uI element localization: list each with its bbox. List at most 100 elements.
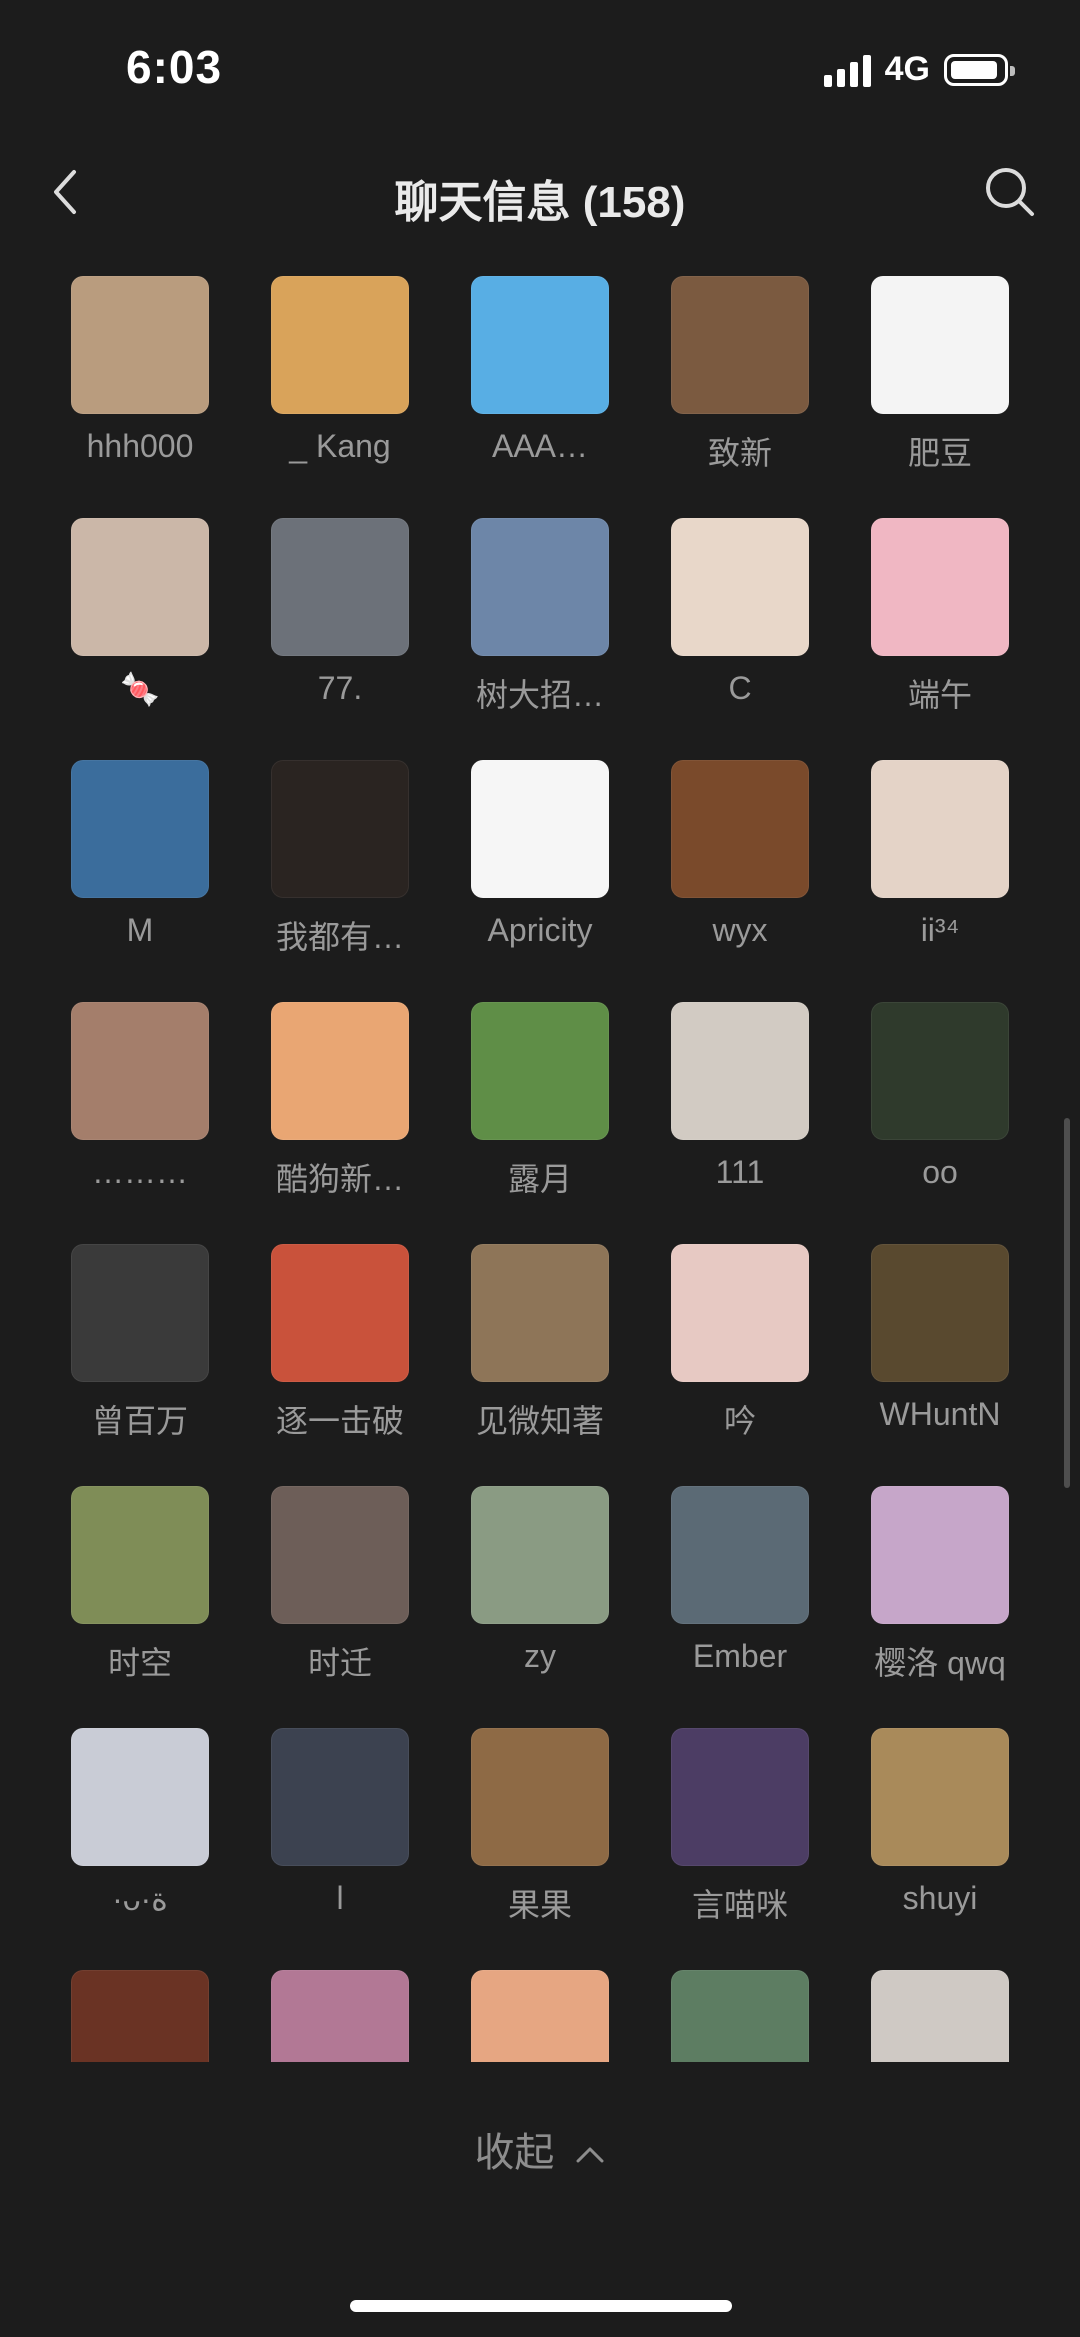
- member-item[interactable]: 曾百万: [40, 1244, 240, 1486]
- avatar: [671, 1970, 809, 2062]
- member-item[interactable]: AAA…: [440, 276, 640, 518]
- member-item[interactable]: [840, 1970, 1040, 2062]
- member-item[interactable]: wyx: [640, 760, 840, 1002]
- member-name: l: [336, 1880, 344, 1916]
- status-time: 6:03: [126, 41, 223, 93]
- member-item[interactable]: 🍬: [40, 518, 240, 760]
- member-item[interactable]: 酷狗新…: [240, 1002, 440, 1244]
- member-name: ·ᴗ·ة: [112, 1881, 168, 1917]
- member-item[interactable]: 肥豆: [840, 276, 1040, 518]
- avatar: [671, 1244, 809, 1382]
- member-item[interactable]: 111: [640, 1002, 840, 1244]
- signal-icon: [823, 53, 871, 87]
- avatar: [671, 1728, 809, 1866]
- avatar: [271, 1486, 409, 1624]
- member-name: 曾百万: [91, 1403, 188, 1439]
- member-item[interactable]: _ Kang: [240, 276, 440, 518]
- avatar: [871, 276, 1009, 414]
- member-item[interactable]: 吟: [640, 1244, 840, 1486]
- member-name: C: [728, 670, 752, 706]
- avatar: [271, 1002, 409, 1140]
- member-item[interactable]: 端午: [840, 518, 1040, 760]
- collapse-label: 收起: [474, 2131, 555, 2175]
- member-item[interactable]: 果果: [440, 1728, 640, 1970]
- member-name: 露月: [507, 1161, 572, 1197]
- member-name: 果果: [507, 1887, 572, 1923]
- member-grid: hhh000 _ Kang AAA… 致新 肥豆 🍬 77. 树大招… C 端午 M 我都有… Apri…: [40, 276, 1040, 2062]
- avatar: [671, 1002, 809, 1140]
- scrollbar[interactable]: [1064, 1118, 1070, 1488]
- member-item[interactable]: 树大招…: [440, 518, 640, 760]
- status-indicators: 4G: [823, 50, 1015, 89]
- member-name: WHuntN: [879, 1396, 1001, 1432]
- member-item[interactable]: shuyi: [840, 1728, 1040, 1970]
- avatar: [471, 1002, 609, 1140]
- member-name: hhh000: [86, 428, 194, 464]
- member-name: _ Kang: [289, 428, 391, 464]
- avatar: [71, 518, 209, 656]
- page-title: 聊天信息 (158): [394, 178, 686, 227]
- member-item[interactable]: 时空: [40, 1486, 240, 1728]
- member-name: oo: [922, 1154, 958, 1190]
- member-item[interactable]: Ember: [640, 1486, 840, 1728]
- member-name: 我都有…: [275, 919, 404, 955]
- member-name: 端午: [907, 677, 972, 713]
- avatar: [871, 1244, 1009, 1382]
- member-item[interactable]: WHuntN: [840, 1244, 1040, 1486]
- collapse-button[interactable]: 收起: [0, 2120, 1080, 2178]
- member-name: 言喵咪: [691, 1887, 788, 1923]
- member-name: AAA…: [491, 428, 589, 464]
- avatar: [71, 1486, 209, 1624]
- member-item[interactable]: 见微知著: [440, 1244, 640, 1486]
- avatar: [671, 276, 809, 414]
- member-item[interactable]: 逐一击破: [240, 1244, 440, 1486]
- avatar: [271, 1244, 409, 1382]
- member-item[interactable]: [440, 1970, 640, 2062]
- member-name: 111: [715, 1154, 765, 1190]
- member-item[interactable]: ·ᴗ·ة: [40, 1728, 240, 1970]
- member-name: 逐一击破: [275, 1403, 404, 1439]
- member-item[interactable]: [640, 1970, 840, 2062]
- member-item[interactable]: 露月: [440, 1002, 640, 1244]
- search-icon: [986, 168, 1034, 216]
- member-name: 时空: [107, 1645, 172, 1681]
- avatar: [871, 518, 1009, 656]
- member-item[interactable]: 我都有…: [240, 760, 440, 1002]
- status-bar: 6:03 4G: [0, 0, 1080, 140]
- avatar: [471, 760, 609, 898]
- member-item[interactable]: zy: [440, 1486, 640, 1728]
- avatar: [471, 1486, 609, 1624]
- member-item[interactable]: [240, 1970, 440, 2062]
- avatar: [271, 1728, 409, 1866]
- member-item[interactable]: 致新: [640, 276, 840, 518]
- avatar: [71, 760, 209, 898]
- avatar: [271, 760, 409, 898]
- avatar: [271, 276, 409, 414]
- member-item[interactable]: C: [640, 518, 840, 760]
- avatar: [471, 1728, 609, 1866]
- avatar: [271, 518, 409, 656]
- member-item[interactable]: l: [240, 1728, 440, 1970]
- member-item[interactable]: hhh000: [40, 276, 240, 518]
- chevron-up-icon: [576, 2147, 604, 2163]
- avatar: [871, 760, 1009, 898]
- avatar: [71, 1728, 209, 1866]
- member-name: 樱洛 qwq: [874, 1645, 1006, 1681]
- member-item[interactable]: ii³⁴: [840, 760, 1040, 1002]
- member-name: 肥豆: [907, 435, 972, 471]
- avatar: [471, 1970, 609, 2062]
- member-name: 吟: [723, 1403, 756, 1439]
- member-item[interactable]: 时迁: [240, 1486, 440, 1728]
- avatar: [871, 1970, 1009, 2062]
- member-item[interactable]: ………: [40, 1002, 240, 1244]
- member-item[interactable]: 樱洛 qwq: [840, 1486, 1040, 1728]
- network-type: 4G: [884, 50, 930, 88]
- member-item[interactable]: 言喵咪: [640, 1728, 840, 1970]
- member-item[interactable]: 77.: [240, 518, 440, 760]
- member-item[interactable]: M: [40, 760, 240, 1002]
- search-button[interactable]: [980, 162, 1040, 222]
- member-item[interactable]: [40, 1970, 240, 2062]
- member-name: M: [126, 912, 154, 948]
- member-item[interactable]: oo: [840, 1002, 1040, 1244]
- member-item[interactable]: Apricity: [440, 760, 640, 1002]
